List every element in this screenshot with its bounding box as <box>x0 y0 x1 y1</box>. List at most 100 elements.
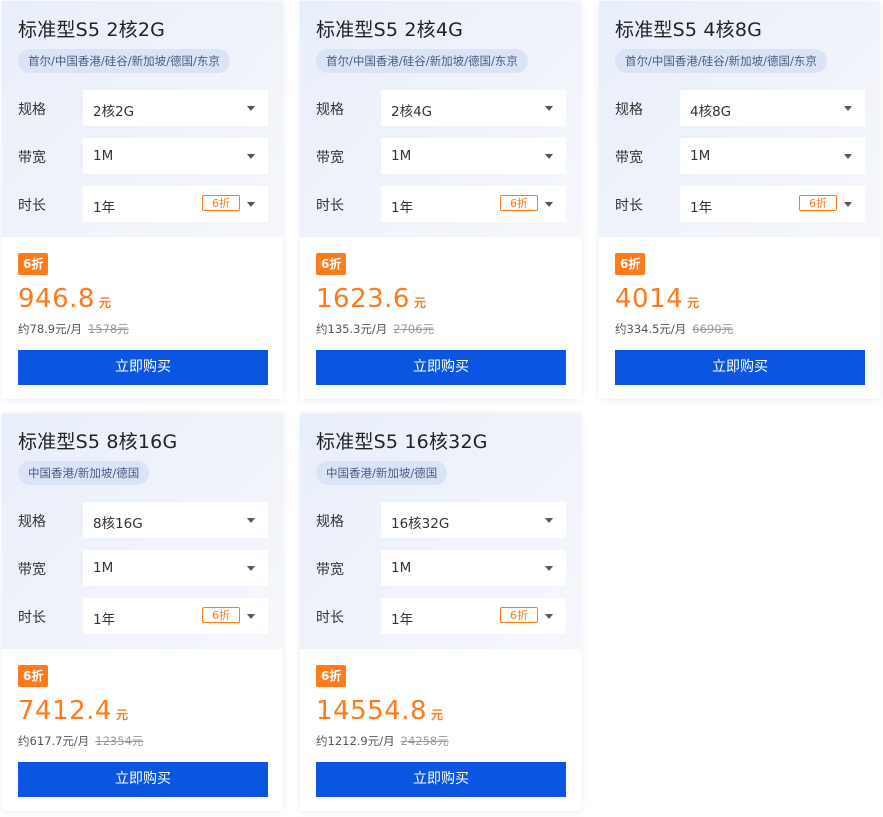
bandwidth-label: 带宽 <box>18 150 46 166</box>
spec-select[interactable]: 8核16G <box>83 502 268 538</box>
original-price: 24258元 <box>400 734 449 748</box>
product-title: 标准型S5 2核2G <box>18 19 166 41</box>
product-title: 标准型S5 4核8G <box>615 19 763 41</box>
duration-select[interactable]: 1年 6折 <box>381 186 566 222</box>
bandwidth-value: 1M <box>93 560 114 576</box>
discount-badge: 6折 <box>615 253 646 275</box>
duration-select[interactable]: 1年 6折 <box>680 186 865 222</box>
chevron-down-icon <box>247 566 255 571</box>
duration-value: 1年 <box>93 200 116 216</box>
product-title: 标准型S5 16核32G <box>316 431 488 453</box>
bandwidth-value: 1M <box>391 148 412 164</box>
region-tag: 首尔/中国香港/硅谷/新加坡/德国/东京 <box>316 49 528 73</box>
buy-now-button[interactable]: 立即购买 <box>18 350 268 385</box>
bandwidth-select[interactable]: 1M <box>381 138 566 174</box>
bandwidth-value: 1M <box>93 148 114 164</box>
bandwidth-label: 带宽 <box>615 150 643 166</box>
chevron-down-icon <box>545 202 553 207</box>
bandwidth-select[interactable]: 1M <box>381 550 566 586</box>
monthly-price: 约334.5元/月 6690元 <box>615 321 733 337</box>
chevron-down-icon <box>545 566 553 571</box>
product-card: 标准型S5 16核32G 中国香港/新加坡/德国 规格 16核32G 带宽 1M… <box>300 413 581 811</box>
discount-badge: 6折 <box>316 665 347 687</box>
duration-value: 1年 <box>690 200 713 216</box>
chevron-down-icon <box>247 202 255 207</box>
duration-label: 时长 <box>615 198 643 214</box>
spec-select[interactable]: 4核8G <box>680 90 865 126</box>
product-card: 标准型S5 2核2G 首尔/中国香港/硅谷/新加坡/德国/东京 规格 2核2G … <box>2 1 283 399</box>
price: 946.8 元 <box>18 284 111 314</box>
original-price: 6690元 <box>692 322 734 336</box>
buy-now-button[interactable]: 立即购买 <box>615 350 865 385</box>
bandwidth-label: 带宽 <box>316 150 344 166</box>
product-card: 标准型S5 4核8G 首尔/中国香港/硅谷/新加坡/德国/东京 规格 4核8G … <box>599 1 880 399</box>
price-amount: 1623.6 <box>316 284 410 314</box>
monthly-amount: 约1212.9元/月 <box>316 734 395 748</box>
duration-value: 1年 <box>391 200 414 216</box>
chevron-down-icon <box>545 106 553 111</box>
original-price: 1578元 <box>87 322 129 336</box>
price-amount: 14554.8 <box>316 696 428 726</box>
duration-discount-tag: 6折 <box>202 195 240 211</box>
discount-badge: 6折 <box>316 253 347 275</box>
spec-label: 规格 <box>18 102 46 118</box>
product-card: 标准型S5 2核4G 首尔/中国香港/硅谷/新加坡/德国/东京 规格 2核4G … <box>300 1 581 399</box>
duration-discount-tag: 6折 <box>799 195 837 211</box>
bandwidth-label: 带宽 <box>316 562 344 578</box>
buy-now-button[interactable]: 立即购买 <box>316 350 566 385</box>
price: 4014 元 <box>615 284 699 314</box>
chevron-down-icon <box>247 154 255 159</box>
monthly-price: 约1212.9元/月 24258元 <box>316 733 449 749</box>
region-tag: 中国香港/新加坡/德国 <box>18 461 150 485</box>
chevron-down-icon <box>844 106 852 111</box>
price: 14554.8 元 <box>316 696 443 726</box>
spec-select[interactable]: 2核4G <box>381 90 566 126</box>
monthly-price: 约135.3元/月 2706元 <box>316 321 434 337</box>
buy-now-button[interactable]: 立即购买 <box>316 762 566 797</box>
price: 1623.6 元 <box>316 284 426 314</box>
chevron-down-icon <box>844 202 852 207</box>
spec-label: 规格 <box>18 514 46 530</box>
duration-label: 时长 <box>316 610 344 626</box>
spec-value: 4核8G <box>690 104 732 120</box>
price-unit: 元 <box>98 296 111 310</box>
spec-value: 8核16G <box>93 516 143 532</box>
spec-value: 16核32G <box>391 516 450 532</box>
discount-badge: 6折 <box>18 253 49 275</box>
bandwidth-select[interactable]: 1M <box>83 138 268 174</box>
duration-value: 1年 <box>93 612 116 628</box>
spec-label: 规格 <box>316 514 344 530</box>
original-price: 12354元 <box>95 734 144 748</box>
spec-value: 2核4G <box>391 104 433 120</box>
region-tag: 首尔/中国香港/硅谷/新加坡/德国/东京 <box>18 49 230 73</box>
bandwidth-label: 带宽 <box>18 562 46 578</box>
spec-select[interactable]: 16核32G <box>381 502 566 538</box>
monthly-price: 约78.9元/月 1578元 <box>18 321 129 337</box>
original-price: 2706元 <box>393 322 435 336</box>
duration-select[interactable]: 1年 6折 <box>381 598 566 634</box>
bandwidth-select[interactable]: 1M <box>680 138 865 174</box>
monthly-price: 约617.7元/月 12354元 <box>18 733 143 749</box>
duration-label: 时长 <box>316 198 344 214</box>
bandwidth-select[interactable]: 1M <box>83 550 268 586</box>
spec-select[interactable]: 2核2G <box>83 90 268 126</box>
spec-label: 规格 <box>615 102 643 118</box>
monthly-amount: 约135.3元/月 <box>316 322 388 336</box>
discount-badge: 6折 <box>18 665 49 687</box>
spec-label: 规格 <box>316 102 344 118</box>
chevron-down-icon <box>247 614 255 619</box>
duration-discount-tag: 6折 <box>202 607 240 623</box>
chevron-down-icon <box>545 154 553 159</box>
product-title: 标准型S5 8核16G <box>18 431 178 453</box>
duration-discount-tag: 6折 <box>500 607 538 623</box>
monthly-amount: 约78.9元/月 <box>18 322 82 336</box>
price-unit: 元 <box>115 708 128 722</box>
duration-select[interactable]: 1年 6折 <box>83 186 268 222</box>
duration-value: 1年 <box>391 612 414 628</box>
chevron-down-icon <box>844 154 852 159</box>
duration-select[interactable]: 1年 6折 <box>83 598 268 634</box>
region-tag: 中国香港/新加坡/德国 <box>316 461 448 485</box>
bandwidth-value: 1M <box>690 148 711 164</box>
buy-now-button[interactable]: 立即购买 <box>18 762 268 797</box>
chevron-down-icon <box>545 518 553 523</box>
